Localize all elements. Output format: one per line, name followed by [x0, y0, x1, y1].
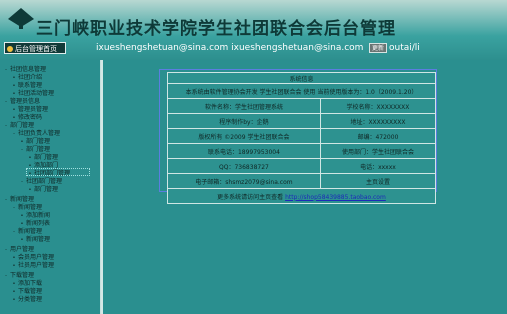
system-info-table: 系统信息 本系统由软件管理协会开发 学生社团联合会 使用 当前使用版本为：1.0… [167, 72, 437, 204]
info-row-label: 版权所有 ©2009 学生社团联合会 [167, 128, 321, 144]
frame-divider[interactable] [101, 60, 103, 314]
sidebar-item[interactable]: - 下载管理 [4, 272, 34, 280]
sidebar-item[interactable]: - 部门管理 [4, 122, 34, 130]
sidebar-item[interactable]: - 用户管理 [4, 246, 34, 254]
sidebar-item[interactable]: - 新闻管理 [12, 204, 42, 212]
sidebar-item[interactable]: • 社团活动管理 [12, 90, 55, 98]
sidebar-item[interactable]: - 管理员信息 [4, 98, 40, 106]
info-row-label: 联系电话：18997953004 [167, 143, 321, 159]
hat-logo-icon [8, 8, 34, 29]
footer-text: 更多系统请访问主页查看 [217, 193, 284, 201]
refresh-button[interactable]: 更新 [369, 43, 387, 53]
info-row-label: 软件名称：学生社团管理系统 [167, 98, 321, 114]
info-row-value: 使用部门：学生社团联合会 [319, 143, 437, 159]
sidebar-item[interactable]: • 社员用户管理 [12, 262, 55, 270]
sidebar-item[interactable]: • 会员用户管理 [12, 254, 55, 262]
admin-home-label: 后台管理首页 [15, 45, 57, 53]
sidebar-item[interactable]: • 新闻列表 [20, 220, 51, 228]
sidebar-item[interactable]: • 部门管理 [28, 154, 59, 162]
scrolling-notice: ixueshengshetuan@sina.com ixueshengshetu… [96, 43, 364, 53]
sidebar-item[interactable]: • 联系管理 [12, 82, 43, 90]
sidebar-item[interactable]: • 下载管理 [12, 288, 43, 296]
sidebar-item[interactable]: • 部门管理 [28, 186, 59, 194]
info-row-value: 电话：xxxxx [319, 158, 437, 174]
info-row-value: 邮编：472000 [319, 128, 437, 144]
info-footer: 更多系统请访问主页查看 http://shop58439885.taobao.c… [167, 188, 436, 204]
sidebar-item[interactable]: • 添加新闻 [20, 212, 51, 220]
scrolling-notice-tail: outai/li [389, 43, 420, 53]
shop-link[interactable]: http://shop58439885.taobao.com [285, 194, 386, 201]
sidebar-item[interactable]: - 社团信息管理 [4, 66, 46, 74]
page-title: 三门峡职业技术学院学生社团联合会后台管理 [36, 19, 396, 39]
sidebar-item[interactable]: - 社团负责人管理 [12, 130, 60, 138]
sidebar-menu: - 社团信息管理 • 社团介绍 • 联系管理 • 社团活动管理 - 管理员信息 • 管理员管… [0, 60, 101, 314]
info-notice: 本系统由软件管理协会开发 学生社团联合会 使用 当前使用版本为：1.0（2009… [167, 83, 436, 99]
focus-outline [26, 168, 90, 176]
info-table-header: 系统信息 [167, 72, 436, 84]
sidebar-item[interactable]: - 新闻管理 [12, 228, 42, 236]
info-row-label: 电子邮箱：shsmz2079@sina.com [167, 173, 321, 189]
sidebar-item[interactable]: • 部门管理 [20, 138, 51, 146]
sidebar-item[interactable]: - 社团部门管理 [20, 178, 62, 186]
info-row-value: 地址：XXXXXXXXX [319, 113, 437, 129]
sidebar-item[interactable]: • 管理员管理 [12, 106, 49, 114]
homepage-settings-link[interactable]: 主页设置 [319, 173, 437, 189]
header-banner: 三门峡职业技术学院学生社团联合会后台管理 后台管理首页 ixueshengshe… [0, 0, 507, 60]
sidebar-item[interactable]: • 分类管理 [12, 296, 43, 304]
sidebar-item[interactable]: • 新闻管理 [20, 236, 51, 244]
sidebar-item[interactable]: - 部门管理 [20, 146, 50, 154]
sidebar-item[interactable]: - 新闻管理 [4, 196, 34, 204]
home-icon [7, 46, 13, 52]
info-row-label: 程序制作by：企鹅 [167, 113, 321, 129]
sidebar-item[interactable]: • 社团介绍 [12, 74, 43, 82]
admin-home-button[interactable]: 后台管理首页 [4, 42, 66, 54]
sidebar-item[interactable]: • 修改密码 [12, 114, 43, 122]
info-row-label: QQ：736838727 [167, 158, 321, 174]
sidebar-item[interactable]: • 添加下载 [12, 280, 43, 288]
info-row-value: 学校名称：XXXXXXXX [319, 98, 437, 114]
